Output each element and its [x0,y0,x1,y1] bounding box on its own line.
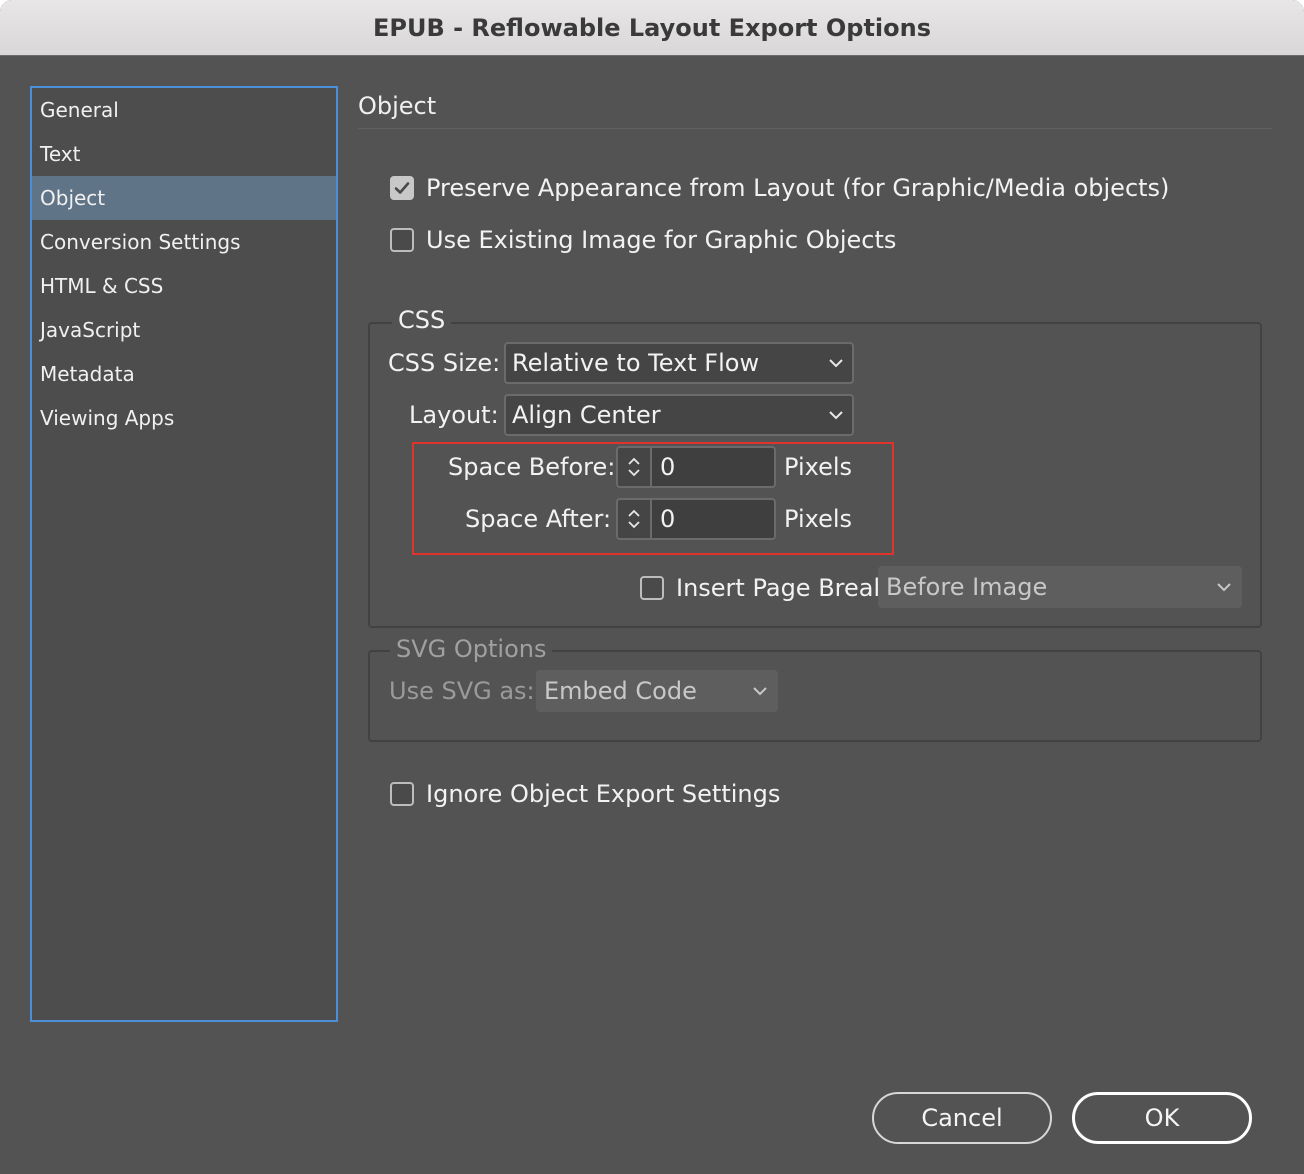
sidebar-item-viewing-apps[interactable]: Viewing Apps [32,396,336,440]
css-size-value: Relative to Text Flow [512,349,760,377]
css-size-dropdown[interactable]: Relative to Text Flow [504,342,854,384]
panel-divider [358,128,1272,129]
layout-value: Align Center [512,401,661,429]
cancel-button[interactable]: Cancel [872,1092,1052,1144]
dialog-title: EPUB - Reflowable Layout Export Options [372,13,932,42]
page-break-value: Before Image [886,573,1048,601]
page-break-row[interactable]: Insert Page Break [640,574,887,602]
preserve-appearance-checkbox[interactable] [390,176,414,200]
ignore-export-row[interactable]: Ignore Object Export Settings [390,780,780,808]
css-size-label: CSS Size: [388,349,501,377]
dialog-window: EPUB - Reflowable Layout Export Options … [0,0,1304,1174]
sidebar-item-general[interactable]: General [32,88,336,132]
use-svg-as-dropdown[interactable]: Embed Code [536,670,778,712]
use-existing-image-row[interactable]: Use Existing Image for Graphic Objects [390,226,896,254]
sidebar-item-text[interactable]: Text [32,132,336,176]
svg-options-title: SVG Options [390,635,553,663]
use-svg-as-label: Use SVG as: [389,677,535,705]
sidebar-item-html-css[interactable]: HTML & CSS [32,264,336,308]
sidebar-item-javascript[interactable]: JavaScript [32,308,336,352]
chevron-down-icon [1208,571,1240,603]
use-existing-image-checkbox[interactable] [390,228,414,252]
checkmark-icon [394,182,410,194]
layout-dropdown[interactable]: Align Center [504,394,854,436]
ignore-export-label: Ignore Object Export Settings [426,780,781,808]
sidebar-item-metadata[interactable]: Metadata [32,352,336,396]
css-group-title: CSS [392,306,452,334]
preserve-appearance-label: Preserve Appearance from Layout (for Gra… [426,174,1170,202]
layout-label: Layout: [409,401,499,429]
sidebar-item-conversion-settings[interactable]: Conversion Settings [32,220,336,264]
category-sidebar: General Text Object Conversion Settings … [30,86,338,1022]
ignore-export-checkbox[interactable] [390,782,414,806]
chevron-down-icon [820,347,852,379]
chevron-down-icon [744,675,776,707]
annotation-highlight-box [412,442,894,555]
page-break-label: Insert Page Break [676,574,888,602]
sidebar-item-object[interactable]: Object [32,176,336,220]
use-existing-image-label: Use Existing Image for Graphic Objects [426,226,897,254]
use-svg-as-value: Embed Code [544,677,697,705]
preserve-appearance-row[interactable]: Preserve Appearance from Layout (for Gra… [390,174,1169,202]
chevron-down-icon [820,399,852,431]
page-break-dropdown[interactable]: Before Image [878,566,1242,608]
panel-title: Object [358,92,437,120]
page-break-checkbox[interactable] [640,576,664,600]
title-bar: EPUB - Reflowable Layout Export Options [0,0,1304,56]
ok-button[interactable]: OK [1072,1092,1252,1144]
